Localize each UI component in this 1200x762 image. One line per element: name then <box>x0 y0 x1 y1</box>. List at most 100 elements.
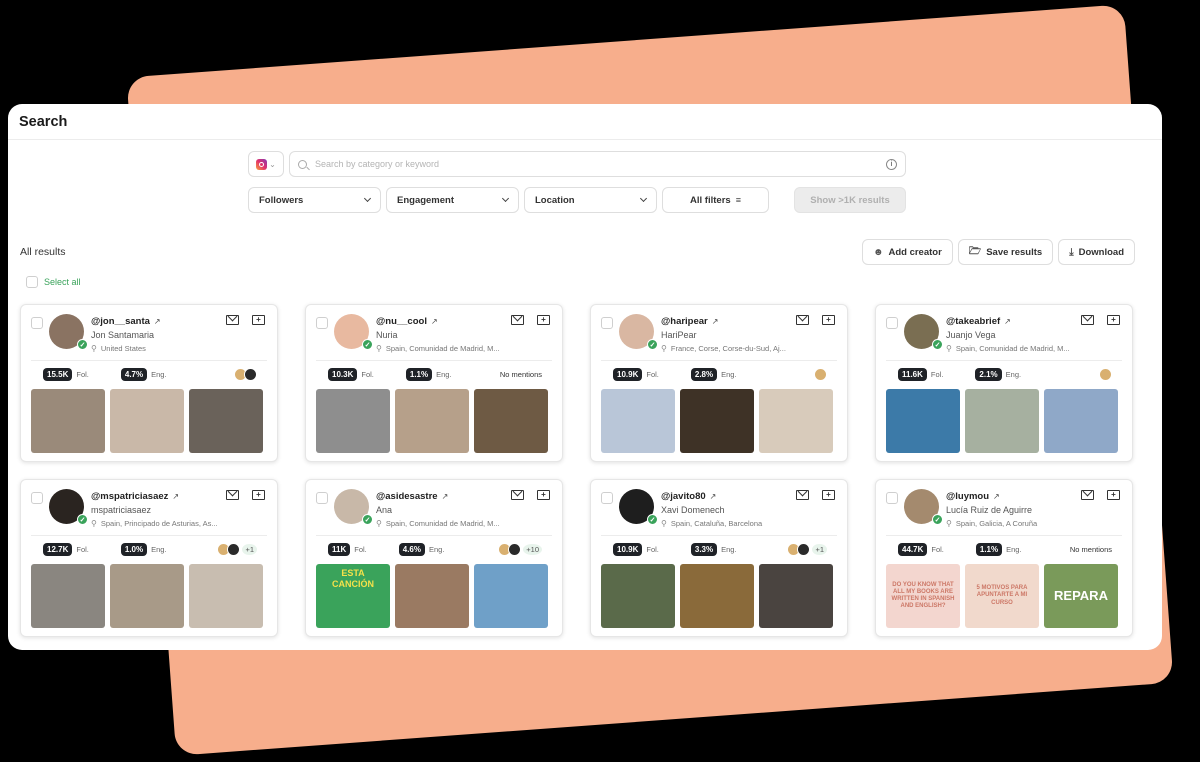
add-to-folder-icon[interactable]: + <box>537 315 550 325</box>
post-thumbnail[interactable]: REPARA <box>1044 564 1118 628</box>
add-to-folder-icon[interactable]: + <box>822 315 835 325</box>
mention-avatar[interactable] <box>508 543 522 556</box>
creator-checkbox[interactable] <box>316 492 328 504</box>
add-to-folder-icon[interactable]: + <box>822 490 835 500</box>
external-link-icon[interactable]: ↗ <box>172 492 179 501</box>
creator-card[interactable]: ✓ @nu__cool ↗ Nuria ⚲ Spain, Comunidad d… <box>305 304 563 462</box>
mention-avatar[interactable] <box>814 368 827 381</box>
external-link-icon[interactable]: ↗ <box>442 492 449 501</box>
mention-more-count[interactable]: +1 <box>812 544 827 555</box>
creator-checkbox[interactable] <box>316 317 328 329</box>
search-input[interactable] <box>315 159 878 169</box>
add-to-folder-icon[interactable]: + <box>252 490 265 500</box>
creator-handle[interactable]: @mspatriciasaez <box>91 491 168 502</box>
post-thumbnail[interactable] <box>1044 389 1118 453</box>
post-thumbnail[interactable] <box>189 389 263 453</box>
mail-icon[interactable] <box>1081 490 1094 500</box>
creator-handle[interactable]: @nu__cool <box>376 316 427 327</box>
creator-card[interactable]: ✓ @asidesastre ↗ Ana ⚲ Spain, Comunidad … <box>305 479 563 637</box>
engagement-filter[interactable]: Engagement <box>386 187 519 213</box>
creator-checkbox[interactable] <box>601 492 613 504</box>
mail-icon[interactable] <box>1081 315 1094 325</box>
external-link-icon[interactable]: ↗ <box>1004 317 1011 326</box>
creator-handle[interactable]: @haripear <box>661 316 708 327</box>
post-thumbnail[interactable] <box>110 564 184 628</box>
mail-icon[interactable] <box>796 490 809 500</box>
mention-avatar[interactable] <box>244 368 257 381</box>
add-to-folder-icon[interactable]: + <box>1107 315 1120 325</box>
save-results-button[interactable]: 🗁 Save results <box>957 239 1054 265</box>
post-thumbnail[interactable] <box>395 564 469 628</box>
engagement-stat: 2.8% Eng. <box>690 368 737 381</box>
mention-avatar[interactable] <box>797 543 811 556</box>
creator-handle[interactable]: @jon__santa <box>91 316 150 327</box>
creator-handle[interactable]: @asidesastre <box>376 491 438 502</box>
external-link-icon[interactable]: ↗ <box>993 492 1000 501</box>
post-thumbnail[interactable] <box>395 389 469 453</box>
creator-handle[interactable]: @luymou <box>946 491 989 502</box>
post-thumbnail[interactable] <box>965 389 1039 453</box>
info-icon[interactable]: i <box>886 158 897 170</box>
creator-card[interactable]: ✓ @haripear ↗ HariPear ⚲ France, Corse, … <box>590 304 848 462</box>
post-thumbnail[interactable] <box>189 564 263 628</box>
post-thumbnail[interactable] <box>680 564 754 628</box>
post-thumbnail[interactable] <box>474 564 548 628</box>
followers-filter[interactable]: Followers <box>248 187 381 213</box>
mention-more-count[interactable]: +10 <box>523 544 542 555</box>
post-thumbnail[interactable]: DO YOU KNOW THAT ALL MY BOOKS ARE WRITTE… <box>886 564 960 628</box>
mention-avatar[interactable] <box>1099 368 1112 381</box>
add-to-folder-icon[interactable]: + <box>537 490 550 500</box>
mail-icon[interactable] <box>511 315 524 325</box>
download-button[interactable]: ⤓ Download <box>1058 239 1135 265</box>
post-thumbnail[interactable] <box>31 389 105 453</box>
post-thumbnail[interactable] <box>759 564 833 628</box>
platform-select[interactable]: ⌄ <box>248 151 284 177</box>
mail-icon[interactable] <box>511 490 524 500</box>
creator-card[interactable]: ✓ @takeabrief ↗ Juanjo Vega ⚲ Spain, Com… <box>875 304 1133 462</box>
creator-checkbox[interactable] <box>886 492 898 504</box>
post-thumbnail[interactable] <box>886 389 960 453</box>
post-thumbnail[interactable] <box>316 389 390 453</box>
mail-icon[interactable] <box>226 490 239 500</box>
creator-card[interactable]: ✓ @mspatriciasaez ↗ mspatriciasaez ⚲ Spa… <box>20 479 278 637</box>
add-to-folder-icon[interactable]: + <box>252 315 265 325</box>
external-link-icon[interactable]: ↗ <box>154 317 161 326</box>
select-all[interactable]: Select all <box>26 276 81 288</box>
chevron-down-icon: ⌄ <box>269 159 276 169</box>
post-thumbnail[interactable] <box>31 564 105 628</box>
creator-checkbox[interactable] <box>886 317 898 329</box>
mail-icon[interactable] <box>226 315 239 325</box>
creator-card[interactable]: ✓ @luymou ↗ Lucía Ruiz de Aguirre ⚲ Spai… <box>875 479 1133 637</box>
mention-avatar[interactable] <box>227 543 241 556</box>
post-thumbnail[interactable] <box>680 389 754 453</box>
add-to-folder-icon[interactable]: + <box>1107 490 1120 500</box>
post-thumbnail[interactable] <box>601 564 675 628</box>
mention-more-count[interactable]: +1 <box>242 544 257 555</box>
external-link-icon[interactable]: ↗ <box>431 317 438 326</box>
add-creator-button[interactable]: ☻ Add creator <box>861 239 953 265</box>
post-thumbnail[interactable]: ESTA CANCIÓN <box>316 564 390 628</box>
followers-label: Fol. <box>361 370 374 379</box>
button-label: Save results <box>986 246 1043 258</box>
post-thumbnail[interactable] <box>474 389 548 453</box>
external-link-icon[interactable]: ↗ <box>712 317 719 326</box>
location-filter[interactable]: Location <box>524 187 657 213</box>
post-thumbnail[interactable] <box>759 389 833 453</box>
mail-icon[interactable] <box>796 315 809 325</box>
location-pin-icon: ⚲ <box>661 344 667 353</box>
creator-handle[interactable]: @javito80 <box>661 491 706 502</box>
creator-card[interactable]: ✓ @javito80 ↗ Xavi Domenech ⚲ Spain, Cat… <box>590 479 848 637</box>
post-thumbnail[interactable] <box>601 389 675 453</box>
post-thumbnail[interactable] <box>110 389 184 453</box>
creator-checkbox[interactable] <box>31 317 43 329</box>
creator-checkbox[interactable] <box>601 317 613 329</box>
engagement-rate: 1.1% <box>405 368 433 381</box>
external-link-icon[interactable]: ↗ <box>710 492 717 501</box>
post-thumbnail[interactable]: 5 MOTIVOS PARA APUNTARTE A MI CURSO <box>965 564 1039 628</box>
all-filters-button[interactable]: All filters ≡ <box>662 187 769 213</box>
show-results-button[interactable]: Show >1K results <box>794 187 906 213</box>
creator-checkbox[interactable] <box>31 492 43 504</box>
creator-card[interactable]: ✓ @jon__santa ↗ Jon Santamaria ⚲ United … <box>20 304 278 462</box>
creator-handle[interactable]: @takeabrief <box>946 316 1000 327</box>
select-all-checkbox[interactable] <box>26 276 38 288</box>
